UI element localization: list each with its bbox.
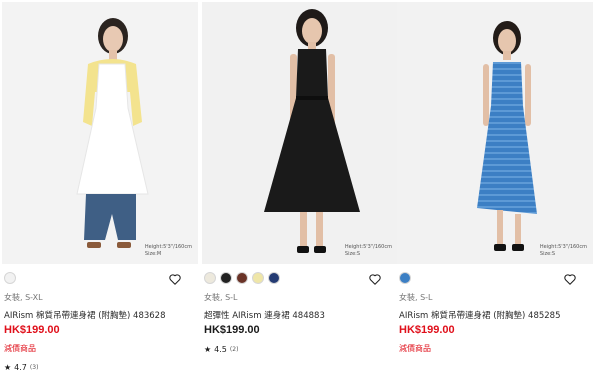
star-icon: ★ [204,345,212,354]
product-image-blue-dress[interactable]: Height:5'3"/160cm Size:S [397,2,593,264]
swatch-navy[interactable] [268,272,280,284]
model-photo [202,2,398,264]
product-name[interactable]: 超彈性 AIRism 連身裙 484883 [204,309,325,321]
product-rating: ★ 4.7 (3) [4,363,38,372]
product-grid: Height:5'3"/160cm Size:M 女裝, S-XL AIRism… [0,0,600,386]
product-card[interactable]: Height:5'3"/160cm Size:S 女裝, S-L AIRism … [395,0,593,386]
model-size: Size:S [539,251,556,257]
swatch-blue[interactable] [399,272,411,284]
model-size: Size:S [344,251,361,257]
rating-count: (3) [29,364,39,371]
model-height: Height:5'3"/160cm [539,244,587,250]
heart-outline-icon[interactable] [368,272,382,286]
model-measurements: Height:5'3"/160cm Size:S [540,244,587,258]
swatch-black[interactable] [220,272,232,284]
color-swatches [4,272,16,286]
product-name[interactable]: AIRism 棉質吊帶連身裙 (附胸墊) 485285 [399,309,561,321]
product-price: HK$199.00 [204,324,260,336]
rating-value: 4.5 [214,345,227,354]
product-price: HK$199.00 [399,324,455,336]
sale-badge: 減價商品 [399,344,431,353]
product-image-white-dress[interactable]: Height:5'3"/160cm Size:M [2,2,198,264]
product-category: 女裝, S-L [204,293,238,302]
swatch-white[interactable] [4,272,16,284]
heart-outline-icon[interactable] [563,272,577,286]
product-image-black-dress[interactable]: Height:5'3"/160cm Size:S [202,2,398,264]
model-photo [397,2,593,264]
heart-outline-icon[interactable] [168,272,182,286]
product-category: 女裝, S-L [399,293,433,302]
product-name[interactable]: AIRism 棉質吊帶連身裙 (附胸墊) 483628 [4,309,166,321]
model-height: Height:5'3"/160cm [344,244,392,250]
swatch-off-white[interactable] [204,272,216,284]
product-card[interactable]: Height:5'3"/160cm Size:S 女裝, S-L 超彈性 AIR… [200,0,398,386]
sale-badge: 減價商品 [4,344,36,353]
product-category: 女裝, S-XL [4,293,43,302]
product-price: HK$199.00 [4,324,60,336]
product-rating: ★ 4.5 (2) [204,345,238,354]
swatch-yellow[interactable] [252,272,264,284]
model-size: Size:M [144,251,162,257]
star-icon: ★ [4,363,12,372]
model-height: Height:5'3"/160cm [144,244,192,250]
color-swatches [204,272,280,286]
model-measurements: Height:5'3"/160cm Size:S [345,244,392,258]
rating-value: 4.7 [14,363,27,372]
product-card[interactable]: Height:5'3"/160cm Size:M 女裝, S-XL AIRism… [0,0,198,386]
swatch-brown[interactable] [236,272,248,284]
model-measurements: Height:5'3"/160cm Size:M [145,244,192,258]
rating-count: (2) [229,346,239,353]
model-photo [2,2,198,264]
color-swatches [399,272,411,286]
